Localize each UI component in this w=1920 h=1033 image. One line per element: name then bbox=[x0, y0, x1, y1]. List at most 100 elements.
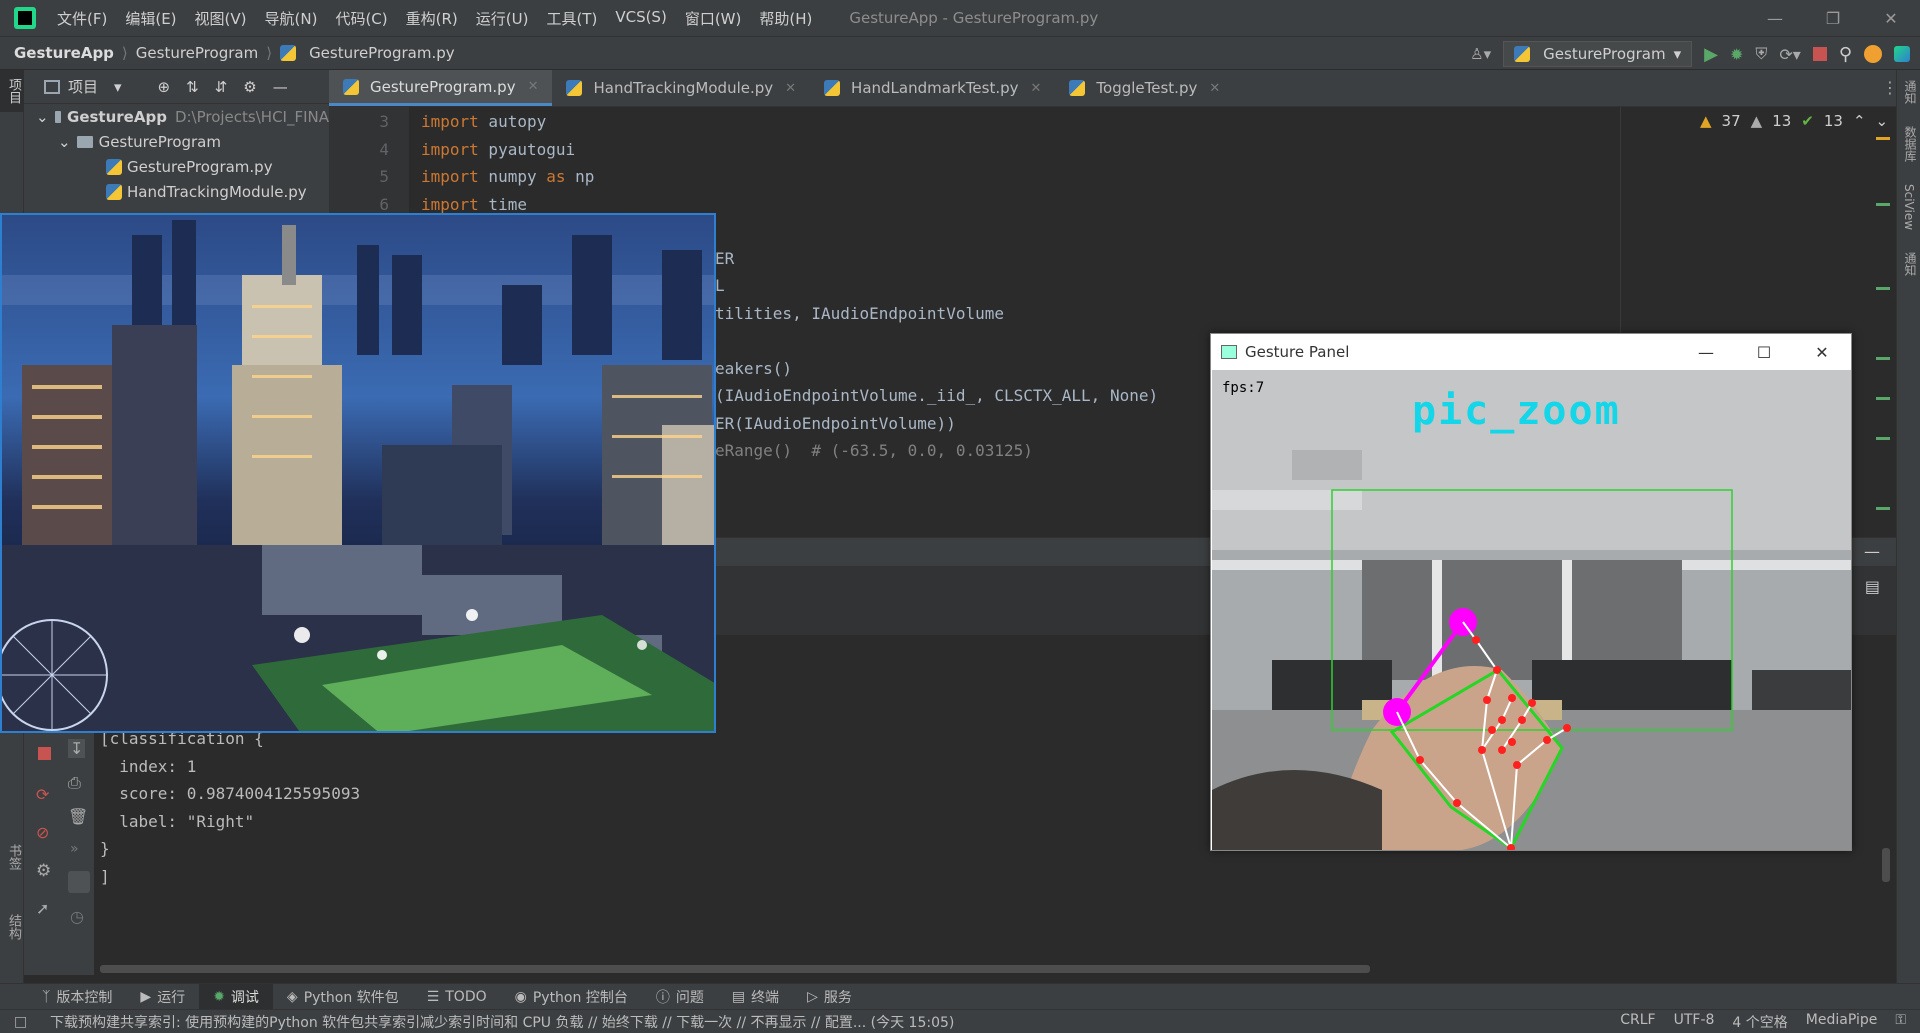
tab-debug[interactable]: ✹ 调试 bbox=[199, 983, 273, 1010]
gear-icon[interactable]: ⚙ bbox=[36, 861, 51, 881]
inspection-widget[interactable]: ▲ 37 ▲ 13 ✔ 13 ⌃ ⌄ bbox=[1700, 112, 1888, 130]
stop-icon[interactable] bbox=[1812, 47, 1827, 61]
tab-python-console[interactable]: ◉ Python 控制台 bbox=[501, 984, 642, 1010]
locate-icon[interactable]: ⊕ bbox=[158, 78, 171, 96]
scroll-end-icon[interactable]: ↧ bbox=[68, 739, 86, 758]
user-icon[interactable]: ♙▾ bbox=[1470, 45, 1491, 63]
maximize-icon[interactable]: ☐ bbox=[1735, 334, 1793, 370]
database-tool-button[interactable]: 数据库 bbox=[1897, 110, 1920, 168]
run-icon[interactable]: ▶ bbox=[1704, 44, 1718, 65]
more-icon[interactable]: » bbox=[70, 841, 79, 857]
tab-todo[interactable]: ☰ TODO bbox=[413, 984, 501, 1010]
project-view-title[interactable]: 项目 bbox=[68, 76, 98, 97]
rerun-icon[interactable]: ⟳ bbox=[36, 785, 49, 804]
structure-tool-button[interactable]: 结构 bbox=[0, 910, 27, 944]
stop-icon[interactable] bbox=[38, 747, 51, 760]
gear-icon[interactable]: ⚙ bbox=[243, 78, 256, 96]
close-tab-icon[interactable]: ✕ bbox=[1209, 81, 1220, 96]
chevron-up-icon[interactable]: ⌃ bbox=[1853, 112, 1866, 130]
menu-bar: 文件(F) 编辑(E) 视图(V) 导航(N) 代码(C) 重构(R) 运行(U… bbox=[48, 8, 821, 29]
notify-tool-button[interactable]: 通知 bbox=[1897, 236, 1920, 282]
close-tab-icon[interactable]: ✕ bbox=[528, 79, 539, 94]
gesture-panel-window[interactable]: Gesture Panel — ☐ ✕ fps:7 pic_zoom bbox=[1210, 333, 1852, 851]
chevron-down-icon[interactable]: ▾ bbox=[114, 78, 122, 96]
print-icon[interactable]: ⎙ bbox=[68, 773, 81, 793]
error-stripe[interactable] bbox=[1876, 107, 1896, 537]
expand-all-icon[interactable]: ⇅ bbox=[186, 78, 199, 96]
trash-icon[interactable]: 🗑 bbox=[68, 807, 88, 826]
tree-root[interactable]: ⌄ GestureApp D:\Projects\HCI_FINA bbox=[24, 104, 329, 129]
pin-icon[interactable]: ➚ bbox=[36, 899, 49, 918]
debug-icon[interactable]: ✹ bbox=[1730, 45, 1743, 64]
tab-label: HandTrackingModule.py bbox=[593, 79, 774, 97]
packages-icon: ◈ bbox=[286, 988, 298, 1005]
hide-icon[interactable]: — bbox=[1864, 542, 1880, 561]
tab-handtrackingmodule[interactable]: HandTrackingModule.py ✕ bbox=[552, 70, 810, 106]
menu-window[interactable]: 窗口(W) bbox=[676, 8, 751, 29]
hide-icon[interactable]: — bbox=[273, 78, 288, 96]
lock-icon[interactable]: ⚿ bbox=[1895, 1012, 1906, 1032]
tab-run[interactable]: ▶ 运行 bbox=[126, 984, 199, 1010]
menu-view[interactable]: 视图(V) bbox=[186, 8, 256, 29]
python-interpreter[interactable]: MediaPipe bbox=[1806, 1012, 1878, 1032]
vertical-scrollbar[interactable] bbox=[1882, 848, 1890, 882]
coverage-icon[interactable]: ⛨ bbox=[1755, 44, 1767, 64]
line-separator[interactable]: CRLF bbox=[1620, 1012, 1655, 1032]
tab-problems[interactable]: ⓘ 问题 bbox=[642, 984, 718, 1010]
menu-edit[interactable]: 编辑(E) bbox=[116, 8, 185, 29]
project-tool-button[interactable]: 项目 bbox=[0, 70, 27, 112]
tree-file[interactable]: GestureProgram.py bbox=[24, 154, 329, 179]
close-tab-icon[interactable]: ✕ bbox=[785, 81, 796, 96]
close-icon[interactable]: ✕ bbox=[1862, 0, 1920, 36]
menu-file[interactable]: 文件(F) bbox=[48, 8, 116, 29]
breadcrumb-project[interactable]: GestureApp bbox=[14, 44, 114, 62]
tree-folder[interactable]: ⌄ GestureProgram bbox=[24, 129, 329, 154]
menu-navigate[interactable]: 导航(N) bbox=[256, 8, 327, 29]
menu-help[interactable]: 帮助(H) bbox=[750, 8, 821, 29]
gesture-panel-titlebar[interactable]: Gesture Panel — ☐ ✕ bbox=[1211, 334, 1851, 370]
close-tab-icon[interactable]: ✕ bbox=[1031, 81, 1042, 96]
collapse-all-icon[interactable]: ⇵ bbox=[215, 78, 228, 96]
tab-services[interactable]: ▷ 服务 bbox=[793, 984, 866, 1010]
chevron-down-icon[interactable]: ⌄ bbox=[58, 133, 71, 151]
menu-tools[interactable]: 工具(T) bbox=[537, 8, 606, 29]
python-console-icon[interactable] bbox=[68, 871, 90, 893]
tab-terminal[interactable]: ▤ 终端 bbox=[718, 984, 793, 1010]
minimize-icon[interactable]: — bbox=[1746, 0, 1804, 36]
notifications-tool-button[interactable]: 通知 bbox=[1897, 70, 1920, 110]
close-icon[interactable]: ✕ bbox=[1793, 334, 1851, 370]
tab-gestureprogram[interactable]: GestureProgram.py ✕ bbox=[329, 70, 553, 106]
tab-python-packages[interactable]: ◈ Python 软件包 bbox=[273, 984, 413, 1010]
run-config-select[interactable]: GestureProgram ▾ bbox=[1503, 41, 1693, 67]
menu-code[interactable]: 代码(C) bbox=[326, 8, 396, 29]
breadcrumb-folder[interactable]: GestureProgram bbox=[136, 44, 258, 62]
layout-icon[interactable]: □ bbox=[14, 1014, 27, 1030]
chevron-down-icon[interactable]: ⌄ bbox=[36, 108, 49, 126]
image-viewer-window[interactable] bbox=[0, 213, 716, 733]
layout-icon[interactable]: ▤ bbox=[1865, 577, 1880, 596]
status-message[interactable]: 下载预构建共享索引: 使用预构建的Python 软件包共享索引减少索引时间和 C… bbox=[0, 1012, 954, 1032]
minimize-icon[interactable]: — bbox=[1677, 334, 1735, 370]
mute-breakpoints-icon[interactable]: ⊘ bbox=[36, 823, 49, 842]
jetbrains-icon[interactable] bbox=[1894, 46, 1910, 62]
update-icon[interactable] bbox=[1864, 45, 1882, 63]
breadcrumb-file[interactable]: GestureProgram.py bbox=[309, 44, 455, 62]
editor-tabs: GestureProgram.py ✕ HandTrackingModule.p… bbox=[329, 70, 1920, 107]
profile-icon[interactable]: ⟳▾ bbox=[1779, 45, 1800, 64]
menu-run[interactable]: 运行(U) bbox=[467, 8, 538, 29]
tree-file[interactable]: HandTrackingModule.py bbox=[24, 179, 329, 204]
restore-icon[interactable]: ❐ bbox=[1804, 0, 1862, 36]
stripe-mark bbox=[1876, 437, 1890, 440]
tab-handlandmarktest[interactable]: HandLandmarkTest.py ✕ bbox=[810, 70, 1055, 106]
search-icon[interactable]: ⚲ bbox=[1839, 44, 1852, 65]
tab-toggletest[interactable]: ToggleTest.py ✕ bbox=[1055, 70, 1234, 106]
horizontal-scrollbar[interactable] bbox=[100, 965, 1370, 973]
sciview-tool-button[interactable]: SciView bbox=[1897, 168, 1920, 236]
history-icon[interactable]: ◷ bbox=[70, 907, 84, 926]
tab-vcs[interactable]: ᛉ 版本控制 bbox=[28, 984, 126, 1010]
indent-setting[interactable]: 4 个空格 bbox=[1732, 1012, 1787, 1032]
menu-refactor[interactable]: 重构(R) bbox=[397, 8, 467, 29]
bookmarks-tool-button[interactable]: 书签 bbox=[0, 840, 27, 874]
menu-vcs[interactable]: VCS(S) bbox=[606, 8, 675, 29]
file-encoding[interactable]: UTF-8 bbox=[1674, 1012, 1715, 1032]
